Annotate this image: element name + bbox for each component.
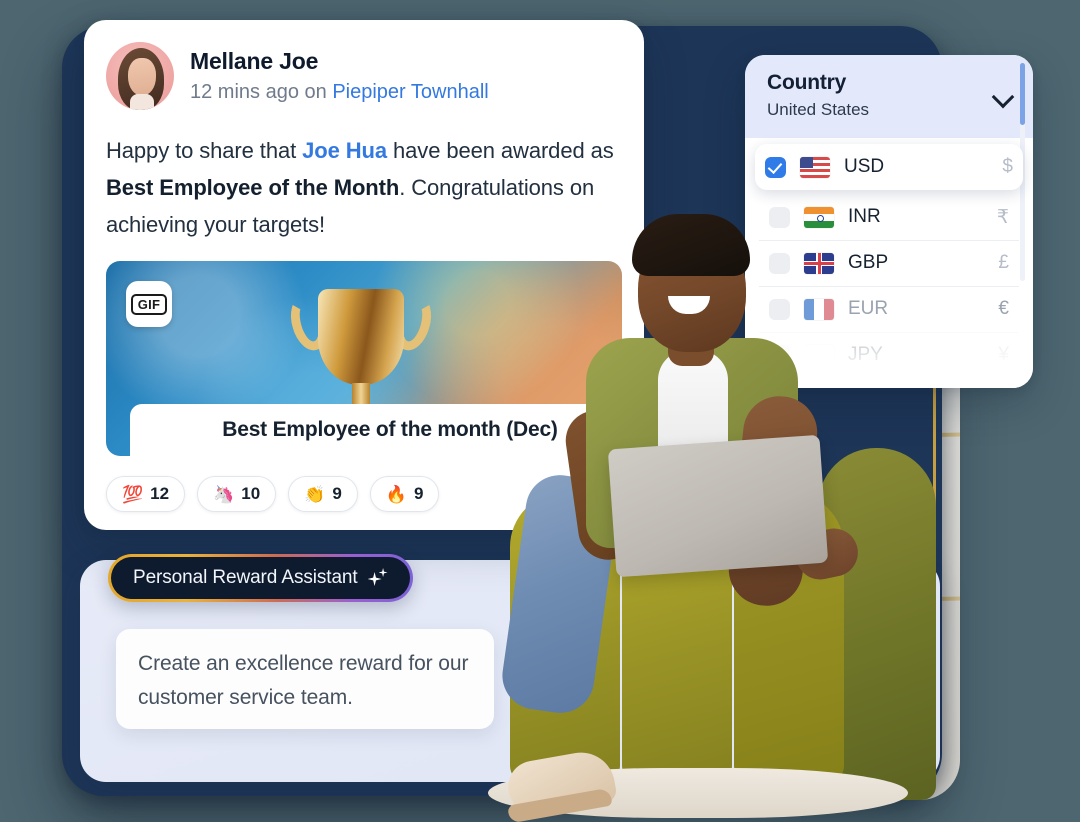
assistant-prompt-text: Create an excellence reward for our cust… (138, 652, 469, 709)
country-dropdown[interactable]: Country United States (745, 55, 1033, 138)
person-photo (488, 200, 1020, 822)
avatar-face (128, 58, 156, 96)
assistant-pill-inner: Personal Reward Assistant (111, 557, 410, 599)
gif-badge: GIF (126, 281, 172, 327)
reaction-count: 9 (332, 484, 342, 503)
person-hair (632, 214, 750, 276)
trophy-cup (318, 289, 404, 385)
avatar[interactable] (106, 42, 174, 110)
reaction-count: 10 (241, 484, 261, 503)
country-label: Country (767, 71, 847, 94)
laptop (607, 434, 829, 578)
reaction-count: 12 (150, 484, 170, 503)
clap-icon: 👏 (304, 484, 326, 504)
currency-symbol: $ (1002, 156, 1013, 177)
scrollbar-thumb[interactable] (1020, 63, 1025, 125)
fire-icon: 🔥 (385, 484, 407, 504)
post-timestamp: 12 mins ago on (190, 80, 333, 103)
chevron-down-icon[interactable] (993, 87, 1013, 107)
currency-row-usd[interactable]: USD $ (755, 144, 1023, 190)
scene-root: Mellane Joe 12 mins ago on Piepiper Town… (0, 0, 1080, 822)
post-award-title: Best Employee of the Month (106, 175, 400, 200)
assistant-prompt-bubble[interactable]: Create an excellence reward for our cust… (116, 629, 494, 729)
gif-icon: GIF (130, 293, 168, 315)
reaction-pill-hundred[interactable]: 💯 12 (106, 476, 186, 512)
post-mention[interactable]: Joe Hua (302, 138, 387, 163)
sparkle-icon (367, 568, 388, 588)
avatar-neck (130, 94, 154, 110)
currency-checkbox[interactable] (765, 156, 786, 178)
hundred-points-icon: 💯 (122, 484, 144, 504)
post-text-2: have been awarded as (387, 138, 614, 163)
reaction-count: 9 (414, 484, 424, 503)
reaction-pill-unicorn[interactable]: 🦄 10 (197, 476, 277, 512)
post-header: Mellane Joe 12 mins ago on Piepiper Town… (106, 42, 622, 110)
assistant-pill-label: Personal Reward Assistant (133, 567, 358, 588)
post-channel-link[interactable]: Piepiper Townhall (332, 81, 488, 103)
flag-us-icon (800, 156, 830, 178)
post-author-block: Mellane Joe 12 mins ago on Piepiper Town… (190, 48, 489, 104)
country-value: United States (767, 100, 870, 119)
currency-code: USD (844, 156, 885, 177)
post-author-name: Mellane Joe (190, 48, 319, 75)
unicorn-icon: 🦄 (213, 484, 235, 504)
reaction-pill-fire[interactable]: 🔥 9 (369, 476, 440, 512)
post-text-1: Happy to share that (106, 138, 303, 163)
personal-reward-assistant-button[interactable]: Personal Reward Assistant (108, 554, 413, 602)
post-meta: 12 mins ago on Piepiper Townhall (190, 80, 489, 104)
reaction-pill-clap[interactable]: 👏 9 (288, 476, 358, 512)
